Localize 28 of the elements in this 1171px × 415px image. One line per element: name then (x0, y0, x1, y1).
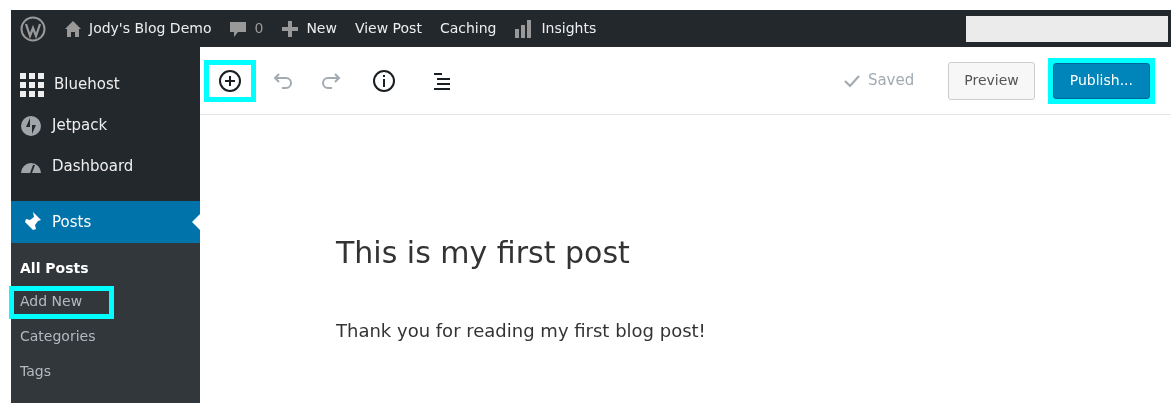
admin-bar-link[interactable]: Caching (430, 10, 506, 47)
publish-button[interactable]: Publish... (1052, 62, 1150, 99)
post-title[interactable]: This is my first post (336, 235, 1171, 271)
submenu-item[interactable]: Tags (11, 354, 200, 389)
grid-icon (20, 72, 44, 97)
speech-bubble-icon[interactable] (229, 19, 248, 38)
plus-icon[interactable] (281, 19, 300, 38)
sidebar-item[interactable]: Jetpack (11, 105, 200, 146)
check-icon (843, 73, 860, 88)
sidebar-item[interactable]: Posts (11, 201, 200, 243)
home-icon[interactable] (64, 19, 82, 38)
bolt-circle-icon (20, 114, 42, 137)
admin-bar-link[interactable]: New (306, 18, 337, 39)
comment-count[interactable]: 0 (254, 18, 264, 39)
admin-bar-link[interactable]: Insights (541, 18, 597, 39)
submenu-item[interactable]: Add New (9, 286, 114, 319)
submenu-item[interactable]: Categories (11, 319, 200, 354)
submenu-item[interactable]: All Posts (11, 251, 200, 286)
wordpress-logo-icon[interactable] (20, 15, 46, 42)
admin-bar-link[interactable]: Jody's Blog Demo (89, 18, 212, 39)
sidebar-item[interactable]: Dashboard (11, 146, 200, 187)
add-icon[interactable] (204, 59, 256, 102)
admin-bar-link[interactable]: View Post (345, 10, 431, 47)
save-status: Saved (867, 70, 915, 92)
search-field[interactable] (966, 15, 1168, 42)
post-paragraph[interactable]: Thank you for reading my first blog post! (336, 317, 1171, 344)
preview-button[interactable]: Preview (948, 61, 1035, 100)
sidebar-item[interactable]: Bluehost (11, 64, 200, 105)
